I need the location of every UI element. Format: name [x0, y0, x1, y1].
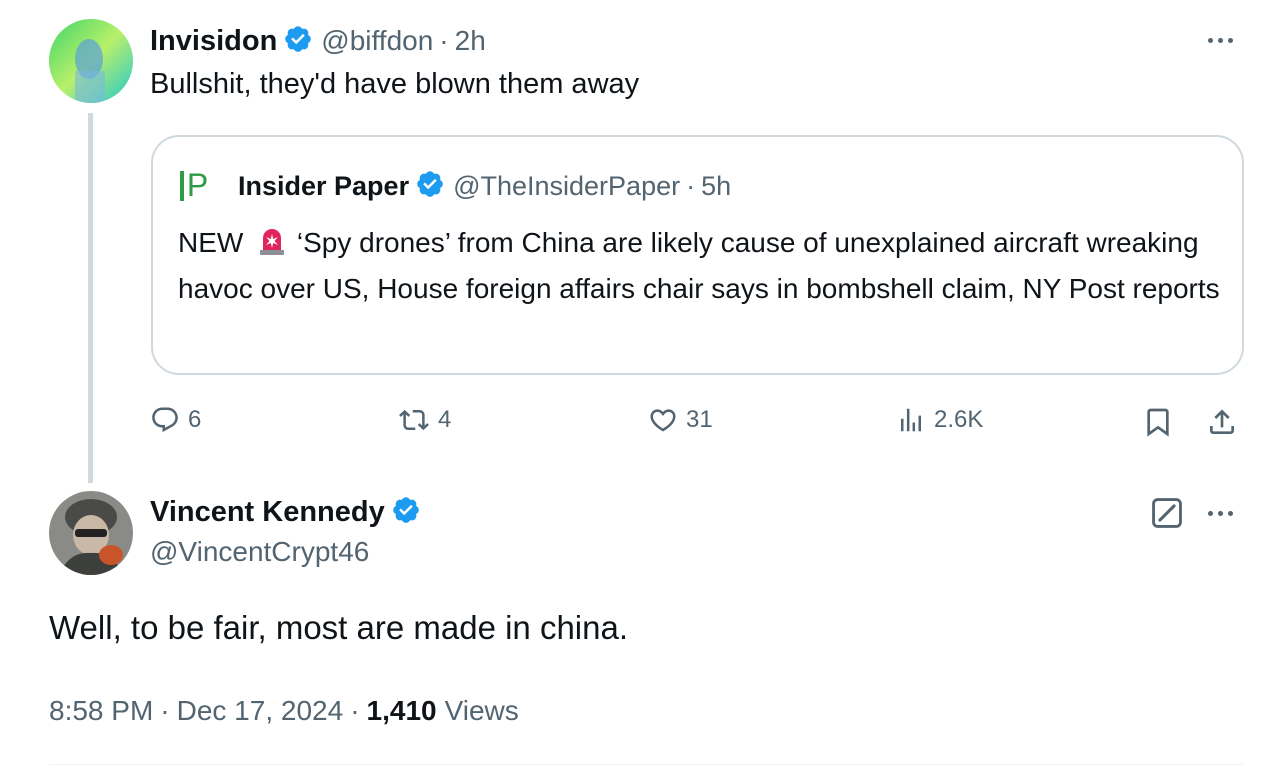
- bookmark-icon[interactable]: [1142, 406, 1174, 443]
- repost-button[interactable]: 4: [398, 405, 451, 435]
- more-icon[interactable]: [1208, 511, 1233, 516]
- insider-paper-logo: IP: [178, 167, 220, 203]
- reply-icon: [150, 405, 180, 435]
- quoted-handle[interactable]: @TheInsiderPaper: [453, 171, 680, 202]
- reply-handle[interactable]: @biffdon: [321, 25, 433, 57]
- main-author-name[interactable]: Vincent Kennedy: [150, 496, 385, 529]
- verified-badge-icon: [283, 24, 313, 59]
- reply-author-name[interactable]: Invisidon: [150, 25, 277, 58]
- views-count: 2.6K: [934, 406, 984, 433]
- quoted-text-prefix: NEW: [178, 227, 244, 258]
- reply-time[interactable]: 2h: [455, 25, 486, 57]
- quoted-text-body: ‘Spy drones’ from China are likely cause…: [178, 227, 1220, 304]
- reply-text: Bullshit, they'd have blown them away: [150, 68, 640, 100]
- repost-count: 4: [438, 406, 452, 433]
- main-date[interactable]: Dec 17, 2024: [177, 695, 344, 727]
- verified-badge-icon: [415, 169, 445, 204]
- meta-separator-2: ·: [350, 695, 360, 726]
- meta-separator-1: ·: [160, 695, 170, 726]
- quoted-text: NEW ‘Spy drones’ from China are likely c…: [178, 222, 1228, 310]
- like-count: 31: [686, 406, 713, 433]
- like-button[interactable]: 31: [648, 405, 713, 435]
- repost-icon: [398, 405, 430, 435]
- more-icon[interactable]: [1208, 38, 1233, 43]
- invisidon-avatar[interactable]: [49, 19, 133, 103]
- reply-count: 6: [188, 406, 202, 433]
- quoted-time[interactable]: 5h: [701, 171, 731, 202]
- main-tweet-meta: 8:58 PM · Dec 17, 2024 · 1,410 Views: [49, 692, 519, 730]
- reply-button[interactable]: 6: [150, 405, 201, 435]
- views-button[interactable]: 2.6K: [896, 405, 983, 435]
- main-views-count: 1,410: [366, 695, 437, 726]
- like-icon: [648, 405, 678, 435]
- reply-tweet-header: Invisidon @biffdon · 2h: [150, 22, 486, 60]
- vincent-avatar[interactable]: [49, 491, 133, 575]
- main-tweet-text: Well, to be fair, most are made in china…: [49, 609, 628, 646]
- bottom-divider: [49, 764, 1244, 765]
- verified-badge-icon: [391, 495, 421, 530]
- share-icon[interactable]: [1206, 406, 1238, 443]
- main-tweet-author: Vincent Kennedy: [150, 493, 421, 531]
- grok-edit-icon[interactable]: [1150, 496, 1184, 535]
- reply-separator: ·: [439, 25, 449, 56]
- quoted-tweet-header: IP Insider Paper @TheInsiderPaper · 5h: [178, 167, 731, 205]
- main-time[interactable]: 8:58 PM: [49, 695, 153, 727]
- thread-connector-line: [88, 113, 93, 483]
- siren-emoji-icon: [257, 226, 287, 268]
- quoted-separator: ·: [686, 170, 696, 201]
- main-handle[interactable]: @VincentCrypt46: [150, 536, 369, 568]
- ip-logo-text: IP: [178, 167, 209, 203]
- views-icon: [896, 405, 926, 435]
- main-views-label: Views: [444, 695, 519, 726]
- quoted-author-name[interactable]: Insider Paper: [238, 171, 409, 202]
